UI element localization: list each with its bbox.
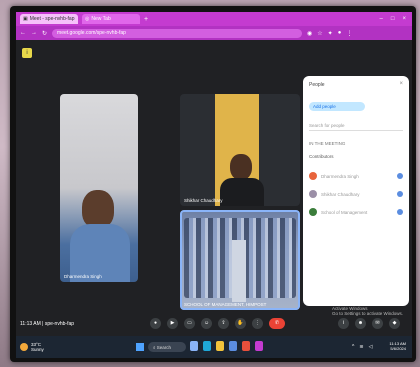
store-icon[interactable] (229, 341, 237, 351)
task-view-icon[interactable] (190, 341, 198, 351)
active-speaker-frame (180, 210, 300, 310)
system-tray: ^ ≋ ◁ (352, 344, 372, 350)
participant-tile[interactable]: SCHOOL OF MANAGEMENT, HIMPOST (180, 210, 300, 310)
activate-line2: Go to Settings to activate Windows. (332, 311, 404, 316)
mic-status-icon (397, 173, 403, 179)
participant-video-body (220, 178, 264, 206)
tab-label: New Tab (91, 16, 111, 22)
file-explorer-icon[interactable] (216, 341, 224, 351)
subsection-label: Contributors (309, 154, 334, 159)
participant-video (82, 190, 114, 228)
windows-start-icon[interactable] (136, 343, 144, 351)
wifi-icon[interactable]: ≋ (359, 344, 363, 350)
list-item[interactable]: Shikhar Chaudhary (309, 187, 403, 201)
people-list: Dharmendra Singh Shikhar Chaudhary Schoo… (309, 169, 403, 219)
list-item[interactable]: Dharmendra Singh (309, 169, 403, 183)
end-call-button[interactable]: ✆ (269, 318, 285, 329)
volume-icon[interactable]: ◁ (369, 344, 373, 350)
forward-icon[interactable]: → (31, 30, 37, 36)
camera-icon[interactable]: ▶ (167, 318, 178, 329)
clock-date: 5/6/2024 (390, 346, 406, 351)
url-field[interactable]: meet.google.com/spe-nvhb-fap (52, 28, 303, 38)
windows-taskbar: 33°C Sunny ⌕ Search ^ ≋ ◁ 11:13 AM 5/6/2… (16, 336, 412, 358)
sun-icon (20, 343, 28, 351)
people-panel: People × Add people Search for people IN… (303, 76, 409, 306)
star-icon[interactable]: ☆ (317, 30, 322, 37)
camera-permission-icon[interactable]: ◉ (307, 30, 312, 37)
person-name: School of Management (321, 209, 368, 215)
new-tab-icon: ◎ (85, 16, 90, 22)
clock[interactable]: 11:13 AM 5/6/2024 (389, 341, 406, 351)
raise-hand-icon[interactable]: ✋ (235, 318, 246, 329)
close-icon[interactable]: × (402, 16, 406, 22)
person-name: Shikhar Chaudhary (321, 191, 360, 197)
captions-icon[interactable]: ▭ (184, 318, 195, 329)
add-people-button[interactable]: Add people (309, 102, 365, 111)
mic-status-icon (397, 191, 403, 197)
back-icon[interactable]: ← (20, 30, 26, 36)
profile-icon[interactable]: ● (338, 30, 342, 36)
url-text: meet.google.com/spe-nvhb-fap (57, 30, 126, 36)
people-icon[interactable]: ☻ (355, 318, 366, 329)
tab-meet[interactable]: ▣ Meet - spe-nvhb-fap (20, 14, 78, 24)
avatar (309, 208, 317, 216)
reload-icon[interactable]: ↻ (42, 30, 47, 37)
avatar (309, 172, 317, 180)
taskbar-search-label: Search (156, 344, 172, 350)
meeting-info-icon[interactable]: i (22, 48, 32, 58)
people-search-input[interactable]: Search for people (309, 123, 403, 131)
call-controls: ● ▶ ▭ ☺ ⇪ ✋ ⋮ ✆ (150, 318, 285, 329)
person-name: Dharmendra Singh (321, 173, 359, 179)
activities-icon[interactable]: ◆ (389, 318, 400, 329)
participant-name: Dharmendra Singh (64, 274, 102, 279)
edge-icon[interactable] (203, 341, 211, 351)
meet-tab-icon: ▣ (23, 16, 28, 22)
app-icon[interactable] (255, 341, 263, 351)
maximize-icon[interactable]: □ (391, 16, 395, 22)
present-icon[interactable]: ⇪ (218, 318, 229, 329)
list-item[interactable]: School of Management (309, 205, 403, 219)
add-people-label: Add people (313, 104, 336, 109)
participant-tile[interactable]: Dharmendra Singh (60, 94, 138, 282)
minimize-icon[interactable]: – (380, 16, 383, 22)
info-icon[interactable]: i (338, 318, 349, 329)
meet-side-controls: i ☻ ✉ ◆ (338, 318, 400, 329)
participant-name: Shikhar Chaudhary (184, 198, 223, 203)
weather-widget[interactable]: 33°C Sunny (20, 342, 44, 352)
participant-name: SCHOOL OF MANAGEMENT, HIMPOST (184, 302, 267, 307)
close-panel-icon[interactable]: × (399, 81, 403, 87)
chat-icon[interactable]: ✉ (372, 318, 383, 329)
meeting-time-code: 11:13 AM | spe-nvhb-fap (20, 321, 75, 327)
participant-tile[interactable]: Shikhar Chaudhary (180, 94, 300, 206)
section-label: IN THE MEETING (309, 141, 346, 146)
activate-windows-watermark: Activate Windows Go to Settings to activ… (332, 306, 403, 316)
new-tab-plus-icon[interactable]: + (144, 16, 148, 23)
tab-label: Meet - spe-nvhb-fap (29, 16, 75, 22)
browser-tab-bar: ▣ Meet - spe-nvhb-fap ◎ New Tab + – □ × (16, 12, 412, 26)
mic-status-icon (397, 209, 403, 215)
menu-icon[interactable]: ⋮ (346, 30, 352, 37)
extensions-icon[interactable]: ✦ (328, 30, 333, 37)
mic-icon[interactable]: ● (150, 318, 161, 329)
participant-video (230, 154, 252, 180)
emoji-icon[interactable]: ☺ (201, 318, 212, 329)
more-options-icon[interactable]: ⋮ (252, 318, 263, 329)
weather-desc: Sunny (31, 347, 44, 352)
search-placeholder: Search for people (309, 123, 345, 128)
window-controls: – □ × (380, 16, 412, 22)
chrome-icon[interactable] (242, 341, 250, 351)
panel-title: People (309, 82, 325, 88)
tab-new[interactable]: ◎ New Tab (82, 14, 140, 24)
taskbar-search[interactable]: ⌕ Search (148, 342, 186, 352)
address-bar: ← → ↻ meet.google.com/spe-nvhb-fap ◉ ☆ ✦… (16, 26, 412, 40)
chevron-up-icon[interactable]: ^ (352, 344, 354, 350)
taskbar-apps (190, 341, 263, 351)
avatar (309, 190, 317, 198)
screen: ▣ Meet - spe-nvhb-fap ◎ New Tab + – □ × … (16, 12, 412, 358)
